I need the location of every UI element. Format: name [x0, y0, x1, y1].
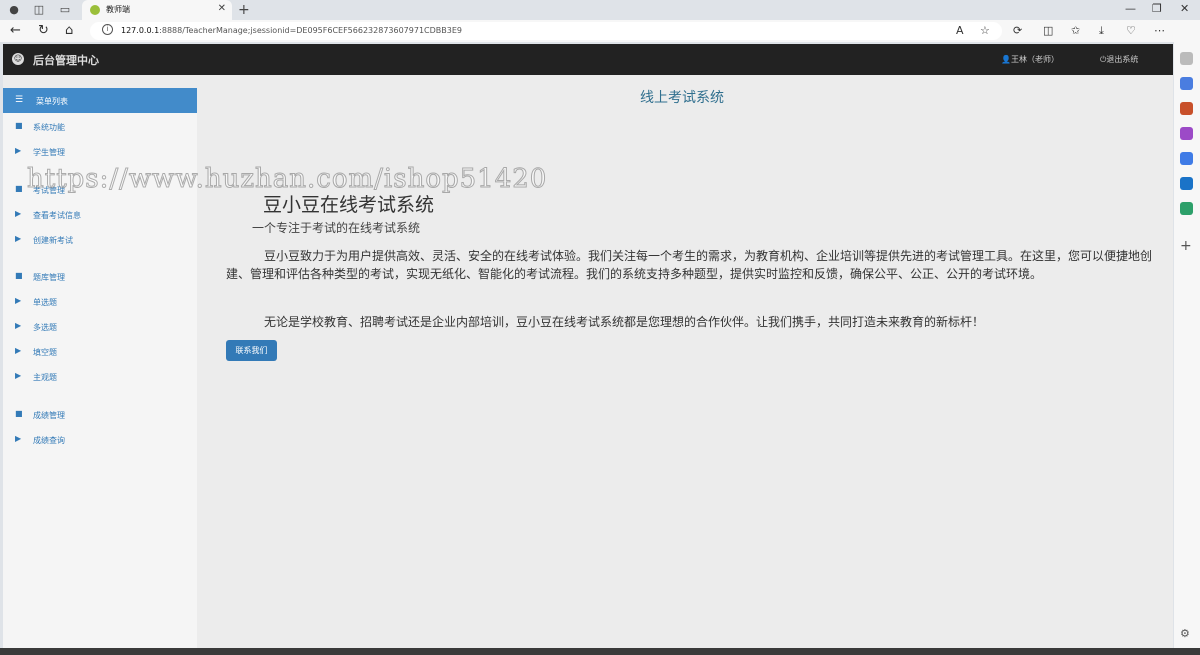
hero-subtitle: 一个专注于考试的在线考试系统	[252, 221, 421, 235]
top-navbar: ☺ 后台管理中心 👤王林（老师） ⏻退出系统	[3, 44, 1173, 75]
menu-list-header[interactable]: ☰ 菜单列表	[3, 88, 197, 113]
browser-sidebar: + ⚙	[1174, 42, 1200, 655]
sidebar-item-view-exams[interactable]: ▶ 查看考试信息	[3, 207, 197, 223]
search-icon[interactable]	[1180, 52, 1193, 65]
browser-essentials-icon[interactable]: ♡	[1126, 24, 1136, 37]
sidebar-item-create-exam[interactable]: ▶ 创建新考试	[3, 232, 197, 248]
favorite-star-icon[interactable]: ☆	[980, 24, 990, 37]
play-icon: ▶	[15, 371, 22, 380]
workspaces-icon[interactable]: ◫	[32, 3, 46, 17]
restore-icon[interactable]: ❐	[1152, 2, 1162, 15]
address-bar-row: ← ↻ ⌂ i 127.0.0.1:8888/TeacherManage;jse…	[0, 20, 1200, 42]
taskbar	[0, 648, 1200, 655]
downloads-icon[interactable]: ⤓	[1099, 24, 1104, 38]
site-info-icon[interactable]: i	[102, 24, 113, 35]
list-icon: ☰	[15, 95, 24, 105]
url-field[interactable]: i 127.0.0.1:8888/TeacherManage;jsessioni…	[90, 22, 1002, 40]
minimize-icon[interactable]: —	[1125, 2, 1136, 15]
main-content: 线上考试系统 豆小豆在线考试系统 一个专注于考试的在线考试系统 豆小豆致力于为用…	[197, 75, 1173, 648]
tab-close-icon[interactable]: ✕	[218, 3, 226, 14]
user-link[interactable]: 👤王林（老师）	[1001, 54, 1059, 65]
site-title: 线上考试系统	[640, 90, 724, 106]
hero-title: 豆小豆在线考试系统	[263, 194, 435, 216]
watermark-text: https://www.huzhan.com/ishop51420	[26, 164, 548, 195]
sidebar-item-grade-query[interactable]: ▶ 成绩查询	[3, 432, 197, 448]
new-tab-button[interactable]: +	[238, 2, 250, 18]
sidebar-item-student-management[interactable]: ▶ 学生管理	[3, 144, 197, 160]
split-screen-icon[interactable]: ◫	[1043, 24, 1053, 37]
extensions-icon[interactable]: ⟳	[1013, 24, 1022, 37]
play-icon: ▶	[15, 434, 22, 443]
add-icon[interactable]: +	[1180, 239, 1193, 253]
web-page: ☺ 后台管理中心 👤王林（老师） ⏻退出系统 ☰ 菜单列表 ■ 系统功能 ▶ 学…	[3, 44, 1173, 648]
play-icon: ▶	[15, 209, 22, 218]
contact-us-button[interactable]: 联系我们	[226, 340, 277, 361]
brand-title[interactable]: 后台管理中心	[33, 52, 99, 68]
briefcase-icon: ■	[15, 184, 23, 193]
briefcase-icon: ■	[15, 271, 23, 280]
play-icon: ▶	[15, 296, 22, 305]
browser-tab-bar: ● ◫ ▭ 教师端 ✕ + — ❐ ✕	[0, 0, 1200, 20]
sidebar-item-system-functions[interactable]: ■ 系统功能	[3, 119, 197, 135]
toolbox-icon[interactable]	[1180, 102, 1193, 115]
refresh-icon[interactable]: ↻	[38, 23, 49, 39]
home-icon[interactable]: ⌂	[65, 23, 73, 39]
play-icon: ▶	[15, 321, 22, 330]
tab-title: 教师端	[106, 5, 130, 14]
play-icon: ▶	[15, 146, 22, 155]
hero-paragraph-1: 豆小豆致力于为用户提供高效、灵活、安全的在线考试体验。我们关注每一个考生的需求，…	[226, 249, 1153, 281]
profile-icon[interactable]: ●	[7, 3, 21, 17]
logout-link[interactable]: ⏻退出系统	[1100, 54, 1138, 65]
people-icon[interactable]	[1180, 127, 1193, 140]
read-aloud-icon[interactable]: A	[956, 24, 964, 37]
tab-favicon-icon	[90, 5, 100, 15]
sidebar-item-grade-management[interactable]: ■ 成绩管理	[3, 407, 197, 423]
briefcase-icon: ■	[15, 409, 23, 418]
games-icon[interactable]	[1180, 202, 1193, 215]
tab-teacher[interactable]: 教师端 ✕	[82, 0, 232, 20]
brand-logo-icon: ☺	[12, 53, 24, 65]
settings-icon[interactable]: ⚙	[1180, 627, 1193, 640]
tag-icon[interactable]	[1180, 77, 1193, 90]
play-icon: ▶	[15, 346, 22, 355]
window-close-icon[interactable]: ✕	[1180, 2, 1189, 15]
favorites-icon[interactable]: ✩	[1071, 24, 1080, 37]
outlook-icon[interactable]	[1180, 177, 1193, 190]
user-icon: 👤	[1001, 55, 1011, 64]
back-icon[interactable]: ←	[10, 23, 21, 39]
briefcase-icon: ■	[15, 121, 23, 130]
url-text: 127.0.0.1:8888/TeacherManage;jsessionid=…	[121, 26, 462, 35]
copilot-icon[interactable]	[1180, 152, 1193, 165]
hero-paragraph-2: 无论是学校教育、招聘考试还是企业内部培训，豆小豆在线考试系统都是您理想的合作伙伴…	[264, 315, 985, 329]
tab-actions-icon[interactable]: ▭	[58, 3, 72, 17]
sidebar-item-question-bank[interactable]: ■ 题库管理	[3, 269, 197, 285]
sidebar-item-subjective[interactable]: ▶ 主观题	[3, 369, 197, 385]
more-menu-icon[interactable]: ⋯	[1154, 24, 1165, 37]
sidebar-item-fill-blank[interactable]: ▶ 填空题	[3, 344, 197, 360]
sidebar-item-multiple-choice[interactable]: ▶ 多选题	[3, 319, 197, 335]
sidebar-item-single-choice[interactable]: ▶ 单选题	[3, 294, 197, 310]
play-icon: ▶	[15, 234, 22, 243]
